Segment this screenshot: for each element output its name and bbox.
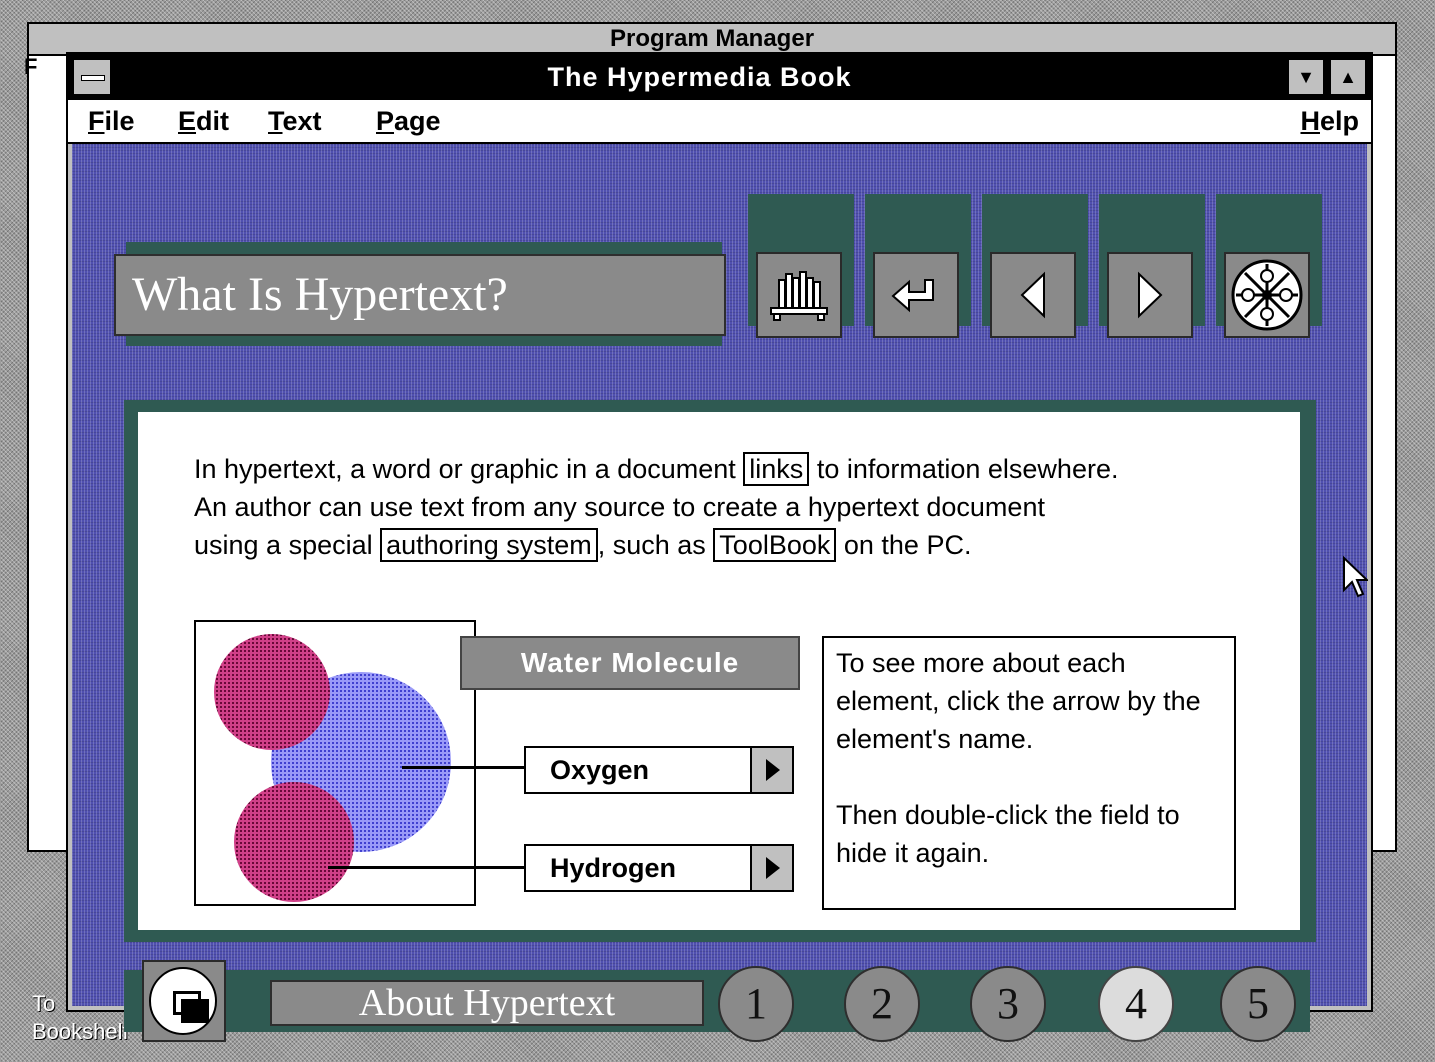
intro-text-segment: to information elsewhere. <box>809 454 1119 484</box>
contents-icon <box>149 967 217 1035</box>
menu-bar: File Edit Text Page Help <box>68 100 1371 144</box>
system-menu-button[interactable] <box>72 58 112 96</box>
return-arrow-icon <box>891 279 934 313</box>
system-menu-icon <box>81 75 105 81</box>
oxygen-connector-line <box>402 766 526 769</box>
oxygen-label: Oxygen <box>550 755 650 785</box>
contents-icon-square-front <box>181 999 209 1023</box>
hydrogen-arrow-button[interactable] <box>750 846 792 890</box>
hypertext-link-toolbook[interactable]: ToolBook <box>713 528 837 562</box>
page-button-5[interactable]: 5 <box>1220 966 1296 1042</box>
instructions-box: To see more about each element, click th… <box>822 636 1236 910</box>
intro-line-2: An author can use text from any source t… <box>194 492 1045 522</box>
window-title: The Hypermedia Book <box>547 62 852 92</box>
water-molecule-illustration <box>194 620 476 906</box>
menu-edit[interactable]: Edit <box>178 100 229 142</box>
intro-line-3: using a special authoring system, such a… <box>194 526 1254 564</box>
instructions-paragraph-2: Then double-click the field to hide it a… <box>836 800 1180 868</box>
oxygen-arrow-button[interactable] <box>750 748 792 792</box>
left-triangle-icon <box>1020 271 1045 319</box>
instructions-paragraph-1: To see more about each element, click th… <box>836 648 1201 754</box>
intro-text-segment: , such as <box>597 530 714 560</box>
bookshelf-icon <box>770 271 828 321</box>
film-reel-icon <box>1231 259 1303 331</box>
hydrogen-atom-top <box>214 634 330 750</box>
mouse-cursor-icon <box>1343 556 1368 598</box>
intro-line-1: In hypertext, a word or graphic in a doc… <box>194 450 1254 488</box>
title-bar[interactable]: The Hypermedia Book ▼ ▲ <box>68 54 1371 100</box>
minimize-button[interactable]: ▼ <box>1287 58 1325 96</box>
menu-file[interactable]: File <box>88 100 135 142</box>
page-button-3[interactable]: 3 <box>970 966 1046 1042</box>
intro-text-segment: on the PC. <box>836 530 972 560</box>
section-label: About Hypertext <box>270 980 704 1026</box>
hydrogen-atom-bottom <box>234 782 354 902</box>
menu-page[interactable]: Page <box>376 100 441 142</box>
program-manager-menu-fragment[interactable]: F <box>24 54 37 80</box>
hypertext-link-links[interactable]: links <box>743 452 810 486</box>
previous-page-button[interactable] <box>990 252 1076 338</box>
page-button-4[interactable]: 4 <box>1098 966 1174 1042</box>
hypertext-link-authoring-system[interactable]: authoring system <box>380 528 598 562</box>
right-triangle-icon <box>1138 271 1163 319</box>
menu-help[interactable]: Help <box>1300 100 1359 142</box>
film-reel-button[interactable] <box>1224 252 1310 338</box>
page-title: What Is Hypertext? <box>114 254 726 336</box>
return-button[interactable] <box>873 252 959 338</box>
intro-text-segment: using a special <box>194 530 381 560</box>
hypermedia-book-window: The Hypermedia Book ▼ ▲ File Edit Text P… <box>66 52 1373 1042</box>
contents-button[interactable] <box>142 960 226 1042</box>
hydrogen-label: Hydrogen <box>550 853 677 883</box>
hydrogen-connector-line <box>328 866 526 869</box>
bookshelf-button[interactable] <box>756 252 842 338</box>
page-button-1[interactable]: 1 <box>718 966 794 1042</box>
next-page-button[interactable] <box>1107 252 1193 338</box>
intro-text: In hypertext, a word or graphic in a doc… <box>194 450 1254 564</box>
intro-text-segment: In hypertext, a word or graphic in a doc… <box>194 454 744 484</box>
oxygen-field[interactable]: Oxygen <box>524 746 794 794</box>
water-molecule-title: Water Molecule <box>460 636 800 690</box>
hydrogen-field[interactable]: Hydrogen <box>524 844 794 892</box>
maximize-button[interactable]: ▲ <box>1329 58 1367 96</box>
page-button-2[interactable]: 2 <box>844 966 920 1042</box>
book-page: What Is Hypertext? In hypertext, a word … <box>72 144 1367 1042</box>
water-molecule-graphic <box>214 634 451 902</box>
menu-text[interactable]: Text <box>268 100 322 142</box>
